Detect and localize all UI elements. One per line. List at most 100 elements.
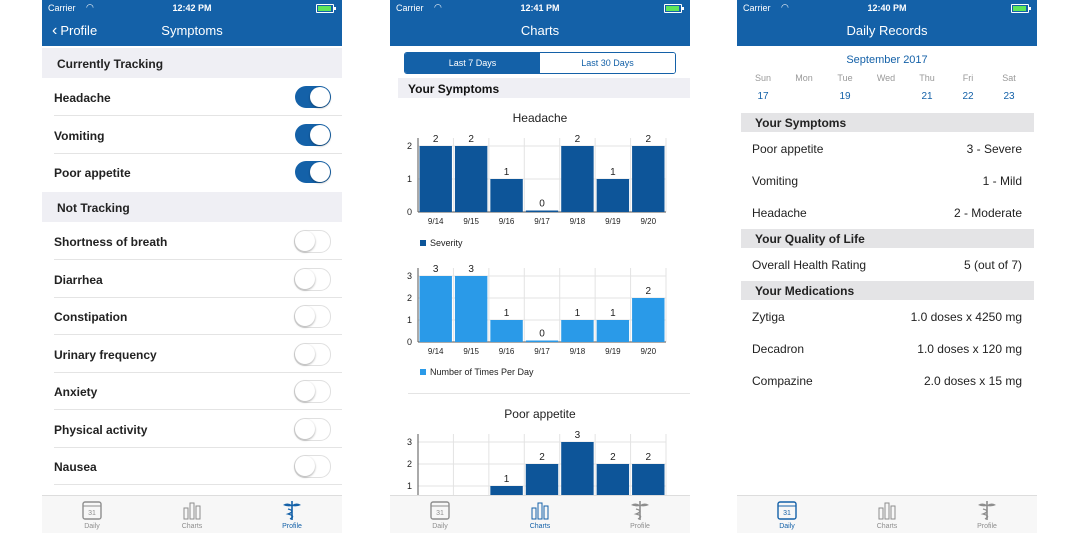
- record-name: Overall Health Rating: [752, 258, 867, 272]
- symptom-label: Headache: [54, 91, 111, 105]
- toggle-knob: [295, 306, 315, 326]
- tab-charts[interactable]: Charts: [152, 499, 232, 530]
- battery-icon: [664, 4, 684, 13]
- record-value: 3 - Severe: [966, 142, 1022, 156]
- y-tick-label: 2: [407, 459, 412, 469]
- tab-daily[interactable]: 31 Daily: [747, 499, 827, 530]
- chart-bar: [596, 179, 630, 212]
- toggle-knob: [295, 418, 315, 439]
- tracking-toggle[interactable]: [294, 305, 331, 328]
- bar-chart-icon: [183, 502, 201, 520]
- x-tick-label: 9/15: [463, 347, 479, 356]
- calendar-weekday: Wed: [876, 73, 896, 83]
- x-tick-label: 9/14: [428, 217, 444, 226]
- tab-profile[interactable]: Profile: [252, 499, 332, 530]
- y-tick-label: 3: [407, 437, 412, 447]
- tracking-toggle[interactable]: [295, 161, 331, 183]
- chart-bar: [454, 146, 488, 212]
- data-label: 2: [468, 134, 474, 145]
- data-label: 1: [504, 167, 510, 178]
- record-row: Decadron 1.0 doses x 120 mg: [752, 342, 1022, 358]
- x-tick-label: 9/16: [499, 217, 515, 226]
- record-name: Vomiting: [752, 174, 799, 188]
- tracking-toggle[interactable]: [294, 342, 331, 366]
- x-tick-label: 9/19: [605, 217, 621, 226]
- tab-profile[interactable]: Profile: [947, 499, 1027, 530]
- chart-bar: [561, 320, 594, 342]
- calendar-day-number: 23: [1003, 91, 1015, 102]
- data-label: 1: [504, 474, 510, 485]
- record-value: 2 - Moderate: [953, 206, 1022, 220]
- symptom-label: Urinary frequency: [54, 347, 157, 362]
- headache-severity-chart: 0 1 2 2 9/14 2 9/15 1 9/16 0 9/17 2 9/18 1 9/19 2 9/20: [407, 134, 667, 226]
- toggle-knob: [295, 343, 315, 364]
- record-row: Overall Health Rating 5 (out of 7): [752, 258, 1022, 274]
- data-label: 0: [539, 329, 545, 340]
- tab-charts[interactable]: Charts: [500, 499, 580, 530]
- calendar-icon: 31: [82, 501, 102, 520]
- calendar-day-number: 21: [921, 91, 933, 102]
- legend-swatch-dark: [420, 240, 426, 246]
- symptom-row: Poor appetite: [42, 154, 342, 191]
- data-label: 1: [575, 308, 581, 319]
- calendar-day[interactable]: 21: [912, 89, 942, 105]
- chart-bar: [419, 146, 452, 212]
- x-tick-label: 9/18: [570, 347, 586, 356]
- tracking-toggle[interactable]: [294, 417, 331, 441]
- tracking-toggle[interactable]: [294, 455, 331, 478]
- tab-daily[interactable]: 31 Daily: [52, 499, 132, 530]
- chart-bar: [596, 320, 630, 342]
- y-tick-label: 2: [407, 141, 412, 151]
- chart-bar: [490, 179, 523, 212]
- chart-bar: [632, 298, 665, 342]
- segment-last-7-days[interactable]: Last 7 Days: [405, 53, 540, 73]
- y-tick-label: 0: [407, 207, 412, 217]
- symptom-row: Diarrhea: [42, 260, 342, 298]
- calendar-day-number: 22: [962, 91, 974, 102]
- calendar-day[interactable]: 23: [994, 89, 1024, 105]
- symptom-label: Constipation: [54, 310, 128, 324]
- record-value: 1 - Mild: [982, 174, 1022, 188]
- calendar-day[interactable]: 18: [789, 89, 819, 105]
- symptom-label: Nausea: [54, 460, 97, 474]
- data-label: 2: [610, 452, 616, 463]
- tab-daily[interactable]: 31 Daily: [400, 499, 480, 530]
- chart-bar: [525, 210, 559, 212]
- chart-title-poor-appetite: Poor appetite: [504, 407, 576, 421]
- x-tick-label: 9/20: [640, 347, 656, 356]
- calendar-weekday: Tue: [837, 73, 853, 83]
- caduceus-icon: [631, 501, 649, 520]
- calendar-day[interactable]: 19: [830, 89, 860, 105]
- record-row: Vomiting 1 - Mild: [752, 174, 1022, 190]
- tracking-toggle[interactable]: [295, 123, 331, 146]
- daily-records-screen: Carrier ◠ 12:40 PM Daily Records Septemb…: [737, 0, 1037, 533]
- tracking-toggle[interactable]: [294, 380, 331, 403]
- symptom-label: Shortness of breath: [54, 235, 168, 249]
- calendar-day[interactable]: 20: [871, 89, 901, 105]
- toggle-knob: [310, 162, 330, 182]
- segment-last-30-days[interactable]: Last 30 Days: [540, 53, 675, 73]
- status-bar: Carrier ◠ 12:40 PM: [737, 0, 1037, 16]
- tracking-toggle[interactable]: [294, 267, 331, 291]
- toggle-knob: [295, 231, 315, 251]
- calendar-day[interactable]: 22: [953, 89, 983, 105]
- tracking-toggle[interactable]: [294, 230, 331, 253]
- calendar-weekday: Fri: [962, 73, 974, 83]
- tab-charts[interactable]: Charts: [847, 499, 927, 530]
- x-tick-label: 9/19: [605, 347, 621, 356]
- calendar-day[interactable]: 17: [748, 89, 778, 105]
- symptom-label: Physical activity: [54, 422, 148, 437]
- legend-times-per-day: Number of Times Per Day: [420, 367, 534, 377]
- tab-bar: 31 Daily Charts Profile: [737, 495, 1037, 533]
- chart-divider: [408, 393, 690, 394]
- y-tick-label: 1: [407, 174, 412, 184]
- record-value: 1.0 doses x 4250 mg: [910, 310, 1022, 324]
- tracking-toggle[interactable]: [295, 86, 331, 108]
- symptom-label: Poor appetite: [54, 166, 131, 180]
- quality-of-life-header: Your Quality of Life: [741, 229, 1034, 248]
- y-tick-label: 0: [407, 337, 412, 347]
- data-label: 3: [575, 430, 581, 441]
- status-bar: Carrier ◠ 12:42 PM: [42, 0, 342, 16]
- tab-profile[interactable]: Profile: [600, 499, 680, 530]
- record-name: Poor appetite: [752, 142, 824, 156]
